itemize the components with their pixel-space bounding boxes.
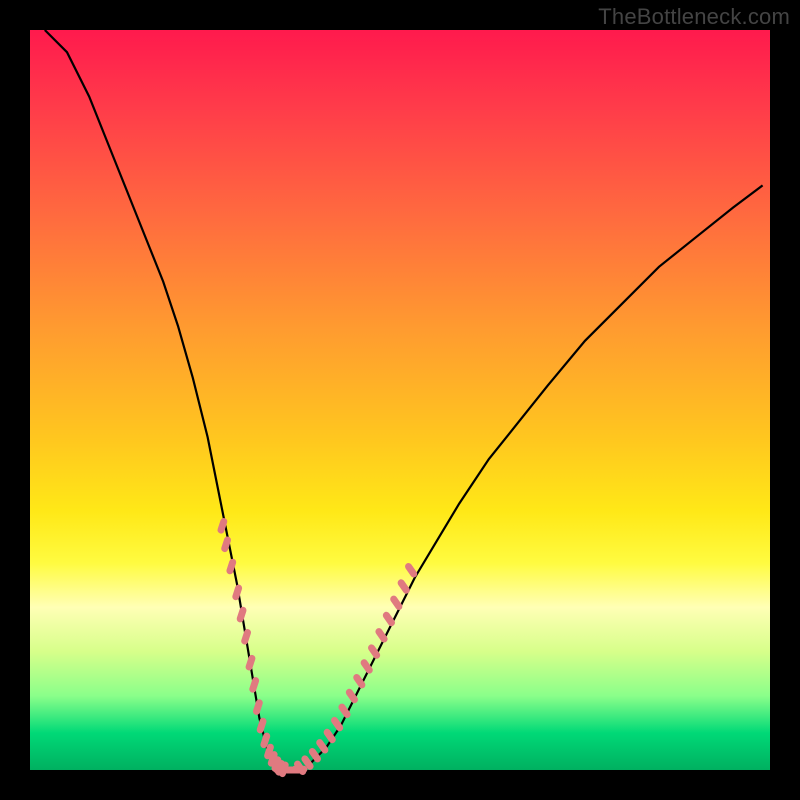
curve-marker — [231, 584, 243, 601]
curve-marker — [352, 673, 367, 690]
curve-marker — [291, 766, 307, 773]
watermark-label: TheBottleneck.com — [598, 4, 790, 30]
bottleneck-curve — [45, 30, 763, 770]
chart-frame: TheBottleneck.com — [0, 0, 800, 800]
curve-layer — [30, 30, 770, 770]
curve-marker — [240, 628, 252, 645]
curve-marker — [256, 717, 268, 734]
curve-marker — [359, 658, 374, 675]
curve-marker — [248, 676, 260, 693]
curve-marker — [245, 654, 257, 671]
curve-marker — [367, 643, 382, 660]
markers-left — [217, 517, 290, 778]
curve-marker — [344, 687, 359, 704]
curve-marker — [236, 606, 248, 623]
curve-marker — [337, 702, 352, 719]
curve-marker — [396, 578, 411, 595]
markers-bottom — [274, 766, 308, 774]
markers-right — [293, 562, 419, 777]
curve-marker — [252, 698, 264, 715]
plot-area — [30, 30, 770, 770]
